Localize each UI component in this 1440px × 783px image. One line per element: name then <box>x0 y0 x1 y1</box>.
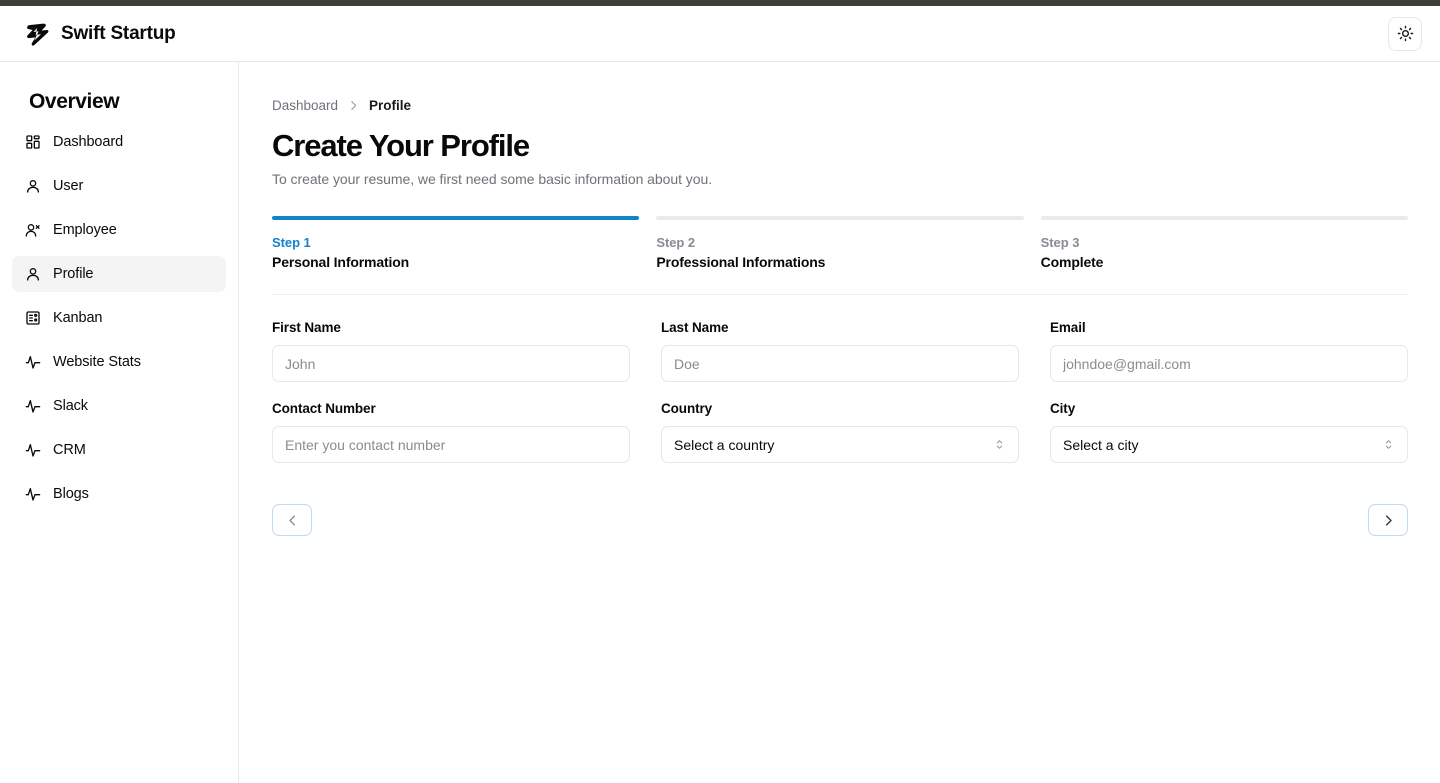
breadcrumb-dashboard[interactable]: Dashboard <box>272 98 338 113</box>
last-name-input[interactable] <box>661 345 1019 382</box>
step-name: Personal Information <box>272 254 410 270</box>
chevron-right-icon <box>347 99 360 112</box>
sidebar-item-profile[interactable]: Profile <box>12 256 226 292</box>
field-contact-number: Contact Number <box>272 401 630 463</box>
step-number: Step 1 <box>272 235 311 250</box>
form-navigation <box>272 504 1408 536</box>
step-progress-bar <box>272 216 640 220</box>
email-field[interactable] <box>1050 345 1408 382</box>
sidebar: Overview Dashboard User Employee Profile… <box>0 62 239 783</box>
chevron-left-icon <box>288 515 295 525</box>
field-label: Last Name <box>661 320 729 335</box>
next-step-button[interactable] <box>1368 504 1408 536</box>
step-name: Professional Informations <box>656 254 826 270</box>
first-name-input[interactable] <box>272 345 630 382</box>
chevron-right-icon <box>1385 514 1392 526</box>
field-label: Country <box>661 401 713 416</box>
brand-name: Swift Startup <box>61 22 176 44</box>
chevron-up-down-icon <box>993 438 1006 451</box>
sidebar-item-slack[interactable]: Slack <box>12 388 226 424</box>
field-label: Contact Number <box>272 401 376 416</box>
step-number: Step 2 <box>656 235 696 250</box>
sidebar-title: Overview <box>29 90 120 113</box>
activity-icon <box>24 354 41 371</box>
field-last-name: Last Name <box>661 320 1019 382</box>
field-label: Email <box>1050 320 1086 335</box>
sidebar-item-label: Kanban <box>53 310 103 326</box>
stepper-step-1[interactable]: Step 1 Personal Information <box>272 216 640 270</box>
sidebar-item-label: Employee <box>53 222 117 238</box>
city-select-value: Select a city <box>1063 436 1139 453</box>
chevron-up-down-icon <box>1382 438 1395 451</box>
sidebar-item-dashboard[interactable]: Dashboard <box>12 124 226 160</box>
stepper-step-2[interactable]: Step 2 Professional Informations <box>656 216 1024 270</box>
main-content: Dashboard Profile Create Your Profile To… <box>239 62 1440 783</box>
field-label: First Name <box>272 320 341 335</box>
activity-icon <box>24 486 41 503</box>
country-select-value: Select a country <box>674 436 775 453</box>
step-name: Complete <box>1040 254 1104 270</box>
sidebar-nav: Dashboard User Employee Profile Kanban W… <box>12 124 226 520</box>
contact-number-input[interactable] <box>272 426 630 463</box>
sidebar-item-label: Profile <box>53 266 94 282</box>
theme-toggle-button[interactable] <box>1388 16 1422 51</box>
sidebar-item-label: User <box>53 178 84 194</box>
field-label: City <box>1050 401 1076 416</box>
sidebar-item-label: CRM <box>53 442 86 458</box>
sidebar-item-blogs[interactable]: Blogs <box>12 476 226 512</box>
swift-bolt-logo <box>27 23 49 46</box>
activity-icon <box>24 442 41 459</box>
sidebar-item-crm[interactable]: CRM <box>12 432 226 468</box>
brand[interactable]: Swift Startup <box>24 21 176 47</box>
profile-form: First Name Last Name Email Contact Numbe… <box>272 320 1408 482</box>
user-icon <box>24 178 41 195</box>
field-first-name: First Name <box>272 320 630 382</box>
sidebar-item-label: Blogs <box>53 486 89 502</box>
country-select[interactable]: Select a country <box>661 426 1019 463</box>
page-title: Create Your Profile <box>272 128 530 163</box>
breadcrumb-profile[interactable]: Profile <box>369 98 411 113</box>
page-subtitle: To create your resume, we first need som… <box>272 171 713 187</box>
user-x-icon <box>24 222 41 239</box>
activity-icon <box>24 398 41 415</box>
sidebar-item-website-stats[interactable]: Website Stats <box>12 344 226 380</box>
step-number: Step 3 <box>1040 235 1080 250</box>
stepper-step-3[interactable]: Step 3 Complete <box>1040 216 1408 270</box>
layout-grid-icon <box>24 134 41 151</box>
stepper: Step 1 Personal Information Step 2 Profe… <box>272 216 1408 270</box>
sun-icon <box>1397 25 1413 42</box>
sidebar-item-user[interactable]: User <box>12 168 226 204</box>
sidebar-item-employee[interactable]: Employee <box>12 212 226 248</box>
kanban-board-icon <box>24 310 41 327</box>
city-select[interactable]: Select a city <box>1050 426 1408 463</box>
user-icon <box>24 266 41 283</box>
stepper-divider <box>272 294 1408 295</box>
app-header: Swift Startup <box>0 6 1440 62</box>
previous-step-button[interactable] <box>272 504 312 536</box>
field-country: Country Select a country <box>661 401 1019 463</box>
breadcrumb: Dashboard Profile <box>272 98 1408 113</box>
step-progress-bar <box>1040 216 1408 220</box>
field-city: City Select a city <box>1050 401 1408 463</box>
sidebar-item-label: Website Stats <box>53 354 141 370</box>
sidebar-item-label: Dashboard <box>53 134 124 150</box>
sidebar-item-label: Slack <box>53 398 88 414</box>
step-progress-bar <box>656 216 1024 220</box>
field-email: Email <box>1050 320 1408 382</box>
sidebar-item-kanban[interactable]: Kanban <box>12 300 226 336</box>
